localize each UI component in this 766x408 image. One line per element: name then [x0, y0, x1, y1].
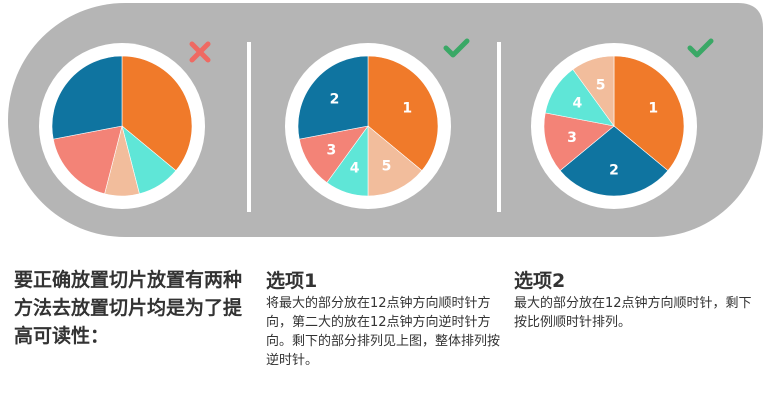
option-1-description: 将最大的部分放在12点钟方向顺时针方向，第二大的放在12点钟方向逆时针方向。剩下… [266, 296, 501, 368]
slice-label: 5 [382, 158, 392, 174]
slice-label: 5 [596, 78, 606, 94]
option-2-title: 选项2 [514, 270, 566, 292]
option-1-title: 选项1 [266, 270, 318, 292]
divider-right [497, 42, 501, 212]
divider-left [247, 42, 251, 212]
slice-label: 4 [572, 96, 582, 112]
option-1-block: 选项1 将最大的部分放在12点钟方向顺时针方向，第二大的放在12点钟方向逆时针方… [266, 268, 502, 370]
option-2-block: 选项2 最大的部分放在12点钟方向顺时针，剩下按比例顺时针排列。 [514, 268, 754, 332]
pie-wrong [39, 43, 205, 209]
slice-label: 4 [350, 160, 360, 176]
slice-label: 3 [567, 130, 577, 146]
pie-examples-band: 15432 12345 [8, 3, 763, 237]
pie-option-2: 1 2 3 45 [531, 43, 697, 209]
intro-heading: 要正确放置切片放置有两种方法去放置切片均是为了提高可读性： [14, 269, 243, 347]
option-2-description: 最大的部分放在12点钟方向顺时针，剩下按比例顺时针排列。 [514, 296, 752, 330]
pie-option-1: 1 5 43 2 [285, 43, 451, 209]
slice-label: 3 [326, 142, 336, 158]
slice-label: 2 [330, 91, 340, 107]
slice-label: 1 [648, 101, 658, 117]
slice-label: 1 [402, 101, 412, 117]
slice-label: 2 [609, 162, 619, 178]
